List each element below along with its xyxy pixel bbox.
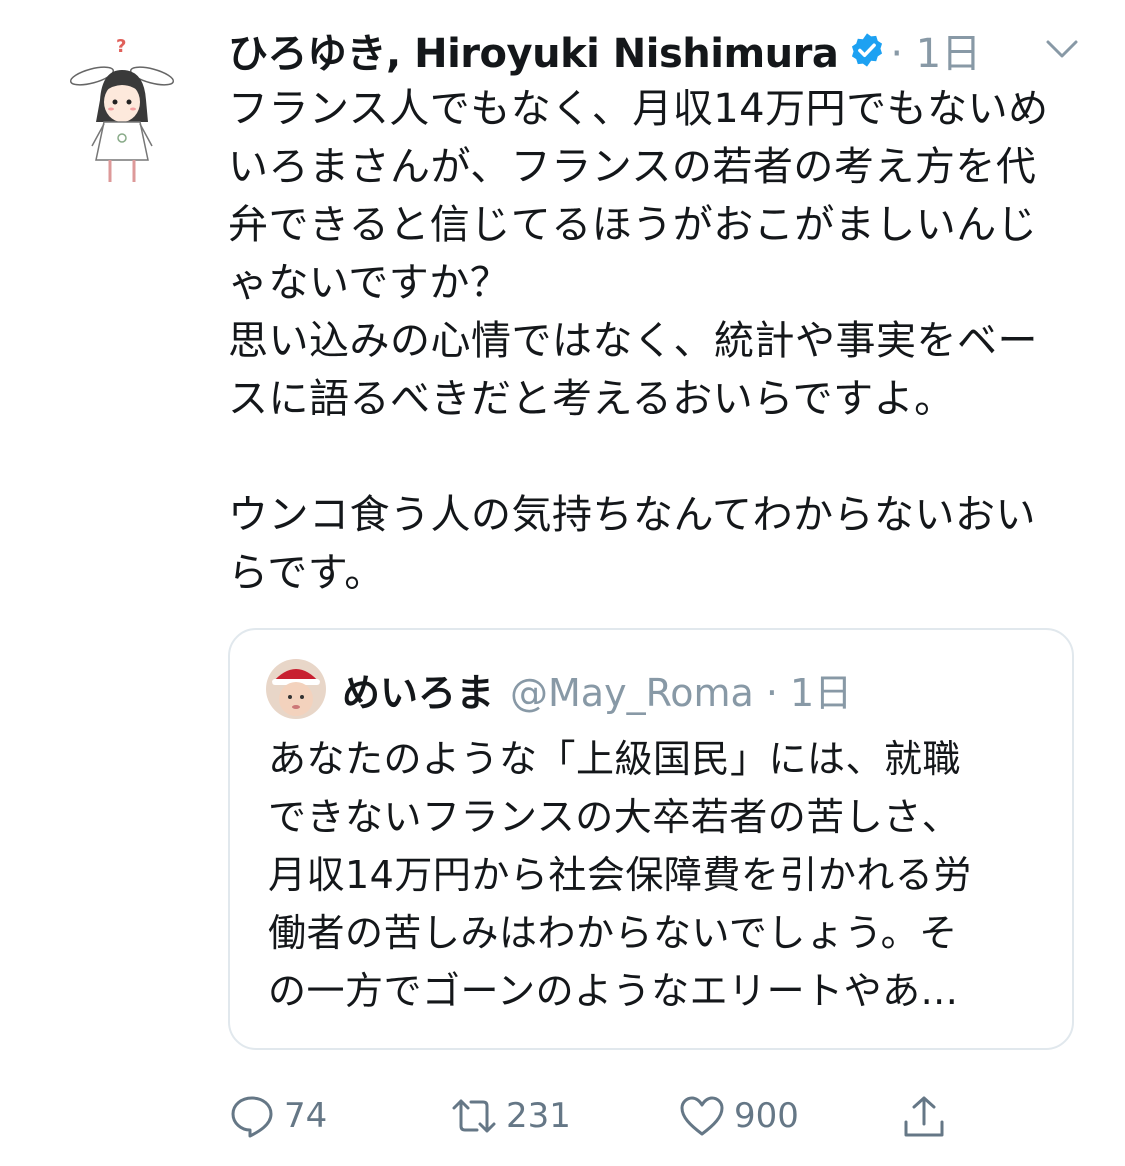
tweet-header: ひろゆき, Hiroyuki Nishimura · 1日 (228, 22, 1088, 78)
reply-icon (231, 1096, 273, 1138)
like-count: 900 (734, 1096, 799, 1136)
verified-badge-icon (848, 31, 886, 69)
chevron-down-icon[interactable] (1040, 34, 1084, 64)
quoted-author-name: めいろま (342, 670, 495, 715)
retweet-button[interactable]: 231 (450, 1088, 571, 1144)
share-icon (904, 1096, 944, 1137)
tweet-body: フランス人でもなく、月収14万円でもないめ いろまさんが、フランスの若者の考え方… (228, 80, 1088, 602)
quoted-author-handle: @May_Roma · 1日 (510, 670, 853, 715)
author-name[interactable]: ひろゆき, Hiroyuki Nishimura (228, 21, 839, 79)
heart-icon (680, 1096, 724, 1136)
like-button[interactable]: 900 (678, 1088, 799, 1144)
reply-count: 74 (284, 1096, 328, 1136)
tweet-actions: 74 231 900 (228, 1088, 1088, 1144)
author-avatar[interactable]: ? (64, 30, 180, 190)
retweet-count: 231 (506, 1096, 571, 1136)
share-button[interactable] (900, 1088, 948, 1144)
quoted-author-avatar[interactable] (266, 659, 326, 719)
quoted-tweet[interactable]: めいろま @May_Roma · 1日 あなたのような「上級国民」には、就職 で… (228, 628, 1074, 1050)
tweet-paragraph: フランス人でもなく、月収14万円でもないめ いろまさんが、フランスの若者の考え方… (228, 86, 1049, 422)
avatar-illustration: ? (69, 36, 175, 182)
tweet-paragraph: ウンコ食う人の気持ちなんてわからないおい らです。 (228, 492, 1036, 596)
quoted-tweet-header: めいろま @May_Roma · 1日 (266, 658, 852, 720)
reply-button[interactable]: 74 (228, 1088, 327, 1144)
retweet-icon (452, 1099, 496, 1133)
tweet-timestamp[interactable]: · 1日 (890, 21, 981, 79)
baby-avatar-image (266, 659, 326, 719)
quoted-tweet-text: あなたのような「上級国民」には、就職 できないフランスの大卒若者の苦しさ、 月収… (268, 737, 972, 1013)
svg-text:?: ? (116, 36, 126, 57)
